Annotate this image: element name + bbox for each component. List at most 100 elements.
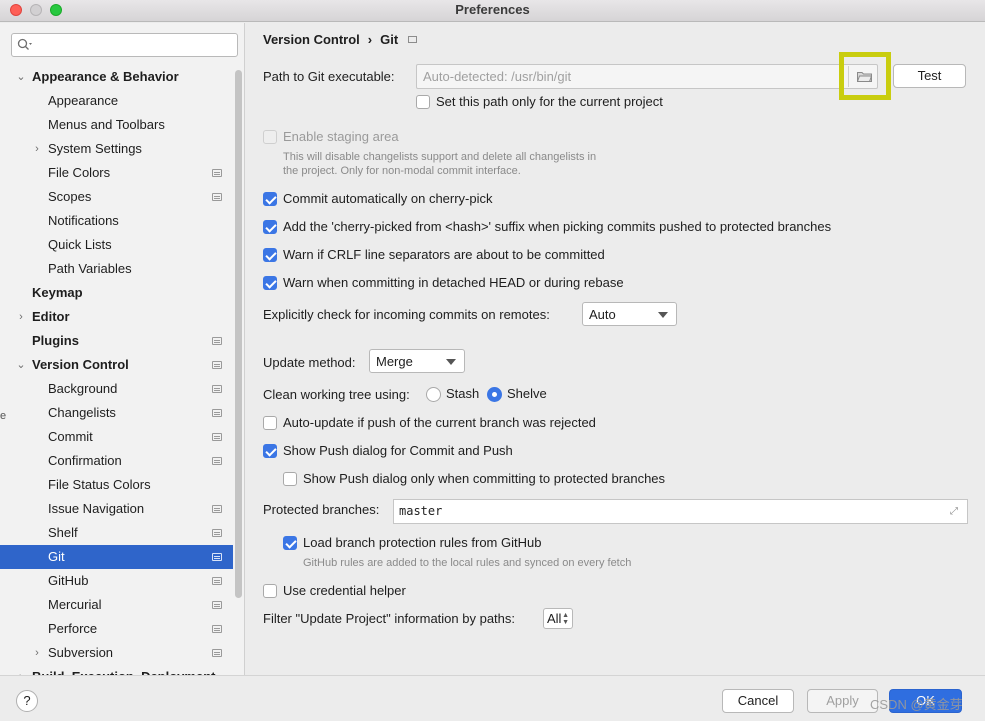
sidebar-item-confirmation[interactable]: Confirmation (0, 449, 233, 473)
load-rules-hint: GitHub rules are added to the local rule… (303, 557, 632, 569)
checkbox-label: Load branch protection rules from GitHub (303, 535, 542, 550)
sidebar-item-label: Version Control (32, 357, 129, 372)
sidebar-item-label: Appearance & Behavior (32, 69, 179, 84)
sidebar-item-version-control[interactable]: ⌄ Version Control (0, 353, 233, 377)
sidebar-item-background[interactable]: Background (0, 377, 233, 401)
sidebar-item-quick-lists[interactable]: Quick Lists (0, 233, 233, 257)
checkbox-label: Commit automatically on cherry-pick (283, 191, 493, 206)
project-scope-icon (212, 625, 222, 633)
sidebar-item-subversion[interactable]: › Subversion (0, 641, 233, 665)
sidebar-item-scopes[interactable]: Scopes (0, 185, 233, 209)
project-scope-icon (212, 385, 222, 393)
settings-search-input[interactable] (11, 33, 238, 57)
sidebar-item-appearance[interactable]: Appearance (0, 89, 233, 113)
checkbox-box (263, 584, 277, 598)
sidebar-item-label: Issue Navigation (48, 501, 145, 516)
sidebar-item-label: Shelf (48, 525, 78, 540)
sidebar-item-menus-and-toolbars[interactable]: Menus and Toolbars (0, 113, 233, 137)
shelve-radio[interactable]: Shelve (487, 385, 557, 405)
chevron-down-icon[interactable]: ⌄ (15, 353, 27, 377)
sidebar-item-label: Build, Execution, Deployment (32, 665, 215, 675)
expand-icon[interactable]: ⤢ (950, 506, 961, 517)
filter-paths-select[interactable]: All ▲ ▼ (543, 608, 573, 629)
chevron-right-icon[interactable]: › (31, 641, 43, 665)
sidebar-item-github[interactable]: GitHub (0, 569, 233, 593)
annotation-highlight-box (839, 52, 891, 100)
sidebar-item-appearance-behavior[interactable]: ⌄ Appearance & Behavior (0, 65, 233, 89)
project-scope-icon (212, 649, 222, 657)
sidebar-scrollbar[interactable] (235, 70, 242, 598)
checkbox-box (263, 248, 277, 262)
chevron-right-icon[interactable]: › (15, 665, 27, 675)
input-value: master (399, 504, 443, 518)
protected-branches-input[interactable]: master ⤢ (393, 499, 968, 524)
chevron-right-icon[interactable]: › (15, 305, 27, 329)
git-path-input[interactable]: Auto-detected: /usr/bin/git (416, 64, 878, 89)
checkbox-box (263, 220, 277, 234)
sidebar-item-file-status-colors[interactable]: File Status Colors (0, 473, 233, 497)
sidebar-item-notifications[interactable]: Notifications (0, 209, 233, 233)
checkbox-label: Enable staging area (283, 129, 399, 144)
sidebar-item-git[interactable]: Git (0, 545, 233, 569)
chevron-down-icon[interactable]: ⌄ (15, 65, 27, 89)
filter-paths-label: Filter "Update Project" information by p… (263, 611, 516, 626)
sidebar-item-file-colors[interactable]: File Colors (0, 161, 233, 185)
sidebar-item-label: Menus and Toolbars (48, 117, 165, 132)
checkbox-label: Use credential helper (283, 583, 406, 598)
git-path-placeholder: Auto-detected: /usr/bin/git (423, 69, 572, 84)
project-scope-icon (212, 457, 222, 465)
test-button[interactable]: Test (893, 64, 966, 88)
project-scope-icon (408, 36, 418, 43)
checkbox-label: Warn when committing in detached HEAD or… (283, 275, 624, 290)
sidebar-item-build-execution-deployment[interactable]: › Build, Execution, Deployment (0, 665, 233, 675)
incoming-commits-label: Explicitly check for incoming commits on… (263, 307, 550, 322)
search-icon (17, 38, 32, 50)
sidebar-item-plugins[interactable]: Plugins (0, 329, 233, 353)
sidebar-item-label: Scopes (48, 189, 92, 204)
breadcrumb-separator: › (367, 32, 373, 47)
project-scope-icon (212, 169, 222, 177)
sidebar-item-mercurial[interactable]: Mercurial (0, 593, 233, 617)
sidebar-item-path-variables[interactable]: Path Variables (0, 257, 233, 281)
project-scope-icon (212, 553, 222, 561)
sidebar-item-changelists[interactable]: Changelists (0, 401, 233, 425)
stash-radio[interactable]: Stash (426, 385, 486, 405)
sidebar-item-keymap[interactable]: Keymap (0, 281, 233, 305)
sidebar-item-label: Mercurial (48, 597, 102, 612)
checkbox-box (416, 95, 430, 109)
sidebar-item-label: File Colors (48, 165, 111, 180)
edge-artifact: e (0, 410, 7, 422)
apply-button[interactable]: Apply (807, 689, 878, 713)
cancel-button[interactable]: Cancel (722, 689, 794, 713)
project-scope-icon (212, 529, 222, 537)
stepper-arrows-icon: ▲ ▼ (562, 612, 569, 626)
sidebar-item-shelf[interactable]: Shelf (0, 521, 233, 545)
select-value: Auto (589, 307, 616, 322)
checkbox-box (283, 472, 297, 486)
sidebar-item-label: Keymap (32, 285, 83, 300)
sidebar-item-issue-navigation[interactable]: Issue Navigation (0, 497, 233, 521)
help-button[interactable]: ? (16, 690, 38, 712)
breadcrumb-current: Git (380, 32, 399, 47)
update-method-select[interactable]: Merge (369, 349, 465, 373)
sidebar-item-commit[interactable]: Commit (0, 425, 233, 449)
checkbox-label: Set this path only for the current proje… (436, 94, 663, 109)
project-scope-icon (212, 505, 222, 513)
project-scope-icon (212, 409, 222, 417)
radio-circle (487, 387, 502, 402)
sidebar-item-perforce[interactable]: Perforce (0, 617, 233, 641)
checkbox-box (263, 192, 277, 206)
sidebar-item-system-settings[interactable]: › System Settings (0, 137, 233, 161)
chevron-right-icon[interactable]: › (31, 137, 43, 161)
sidebar-item-label: GitHub (48, 573, 89, 588)
watermark-text: CSDN @黄金芽 (870, 697, 963, 712)
sidebar-item-label: Notifications (48, 213, 119, 228)
breadcrumb-parent[interactable]: Version Control (263, 32, 360, 47)
radio-label: Shelve (507, 386, 547, 401)
sidebar-item-editor[interactable]: › Editor (0, 305, 233, 329)
radio-circle (426, 387, 441, 402)
project-scope-icon (212, 433, 222, 441)
project-scope-icon (212, 337, 222, 345)
sidebar-item-label: Plugins (32, 333, 79, 348)
incoming-commits-select[interactable]: Auto (582, 302, 677, 326)
